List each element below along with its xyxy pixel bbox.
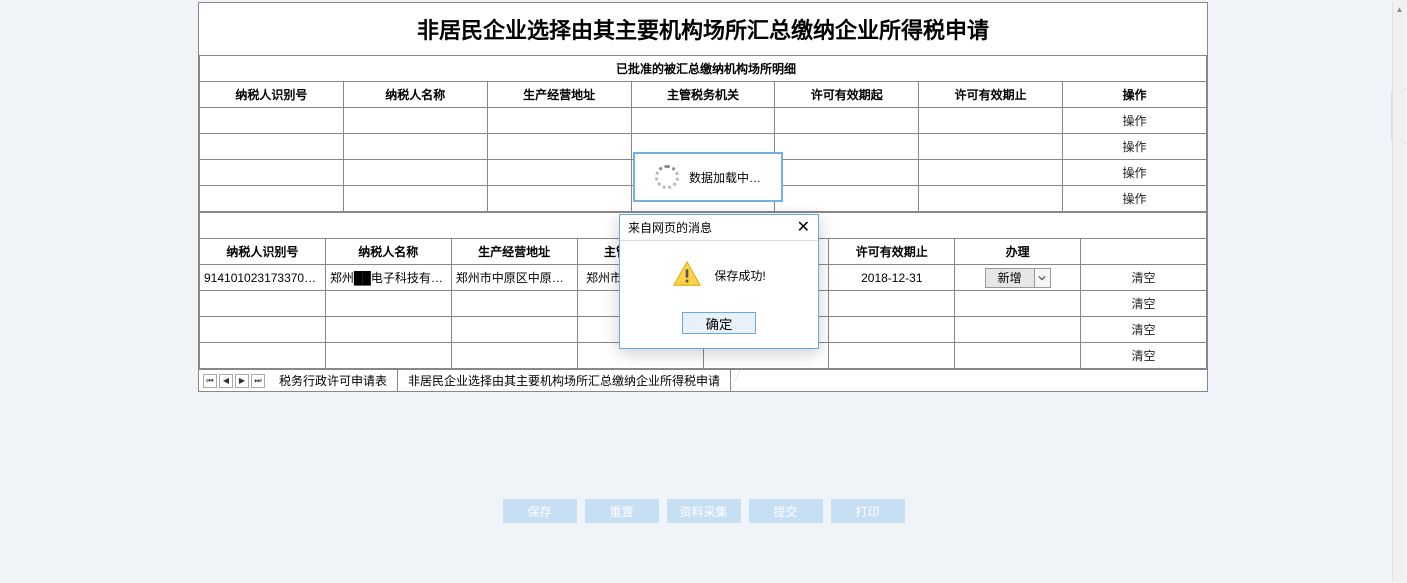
alert-footer: 确定 — [620, 302, 818, 348]
clear-link[interactable]: 清空 — [1132, 349, 1156, 363]
bottom-toolbar: 保存 重置 资料采集 提交 打印 — [0, 499, 1407, 523]
clear-link[interactable]: 清空 — [1132, 323, 1156, 337]
submit-button[interactable]: 提交 — [749, 499, 823, 523]
ok-button[interactable]: 确定 — [682, 312, 756, 334]
th-handle: 办理 — [955, 239, 1081, 265]
cell-taxid: 914101023173370183N — [200, 271, 325, 285]
th-taxname: 纳税人名称 — [343, 82, 487, 108]
scrollbar[interactable]: ▲ — [1392, 2, 1406, 581]
close-icon[interactable]: ✕ — [797, 220, 810, 236]
clear-link[interactable]: 清空 — [1132, 297, 1156, 311]
cell-date-to: 2018-12-31 — [829, 265, 955, 291]
th-authority: 主管税务机关 — [631, 82, 775, 108]
th-valid-to: 许可有效期止 — [919, 82, 1063, 108]
table-row: 操作 — [200, 108, 1207, 134]
alert-title-text: 来自网页的消息 — [628, 219, 712, 236]
chevron-down-icon — [1034, 269, 1050, 287]
th-clear — [1081, 239, 1207, 265]
collect-button[interactable]: 资料采集 — [667, 499, 741, 523]
tab-next-icon[interactable]: ▶ — [235, 374, 249, 388]
handle-label: 新增 — [986, 269, 1034, 287]
th-addr: 生产经营地址 — [451, 239, 577, 265]
alert-titlebar: 来自网页的消息 ✕ — [620, 215, 818, 241]
tab-nonresident[interactable]: 非居民企业选择由其主要机构场所汇总缴纳企业所得税申请 — [398, 370, 731, 391]
tab-nav: ⏮ ◀ ▶ ⏭ — [199, 374, 269, 388]
alert-dialog: 来自网页的消息 ✕ 保存成功! 确定 — [619, 214, 819, 349]
cell-name: 郑州██电子科技有限公司 — [326, 269, 451, 286]
th-taxname: 纳税人名称 — [325, 239, 451, 265]
tab-first-icon[interactable]: ⏮ — [203, 374, 217, 388]
spinner-icon — [655, 165, 679, 189]
loading-text: 数据加载中… — [689, 169, 761, 186]
th-taxid: 纳税人识别号 — [200, 82, 344, 108]
page-title: 非居民企业选择由其主要机构场所汇总缴纳企业所得税申请 — [199, 3, 1207, 55]
reset-button[interactable]: 重置 — [585, 499, 659, 523]
handle-dropdown[interactable]: 新增 — [985, 268, 1051, 288]
clear-link[interactable]: 清空 — [1132, 271, 1156, 285]
table-header-row: 纳税人识别号 纳税人名称 生产经营地址 主管税务机关 许可有效期起 许可有效期止… — [200, 82, 1207, 108]
th-valid-from: 许可有效期起 — [775, 82, 919, 108]
cell-addr: 郑州市中原区中原中路██楼██28层 — [452, 269, 577, 286]
tab-tax-permit[interactable]: 税务行政许可申请表 — [269, 370, 398, 391]
tab-prev-icon[interactable]: ◀ — [219, 374, 233, 388]
op-link[interactable]: 操作 — [1123, 192, 1147, 206]
section1-title: 已批准的被汇总缴纳机构场所明细 — [200, 56, 1207, 82]
sheet-tabs: ⏮ ◀ ▶ ⏭ 税务行政许可申请表 非居民企业选择由其主要机构场所汇总缴纳企业所… — [199, 369, 1207, 391]
op-link[interactable]: 操作 — [1123, 114, 1147, 128]
th-addr: 生产经营地址 — [487, 82, 631, 108]
op-link[interactable]: 操作 — [1123, 140, 1147, 154]
th-taxid: 纳税人识别号 — [200, 239, 326, 265]
warning-icon — [672, 259, 702, 292]
loading-popup: 数据加载中… — [633, 152, 783, 202]
op-link[interactable]: 操作 — [1123, 166, 1147, 180]
print-button[interactable]: 打印 — [831, 499, 905, 523]
th-op: 操作 — [1063, 82, 1207, 108]
tab-last-icon[interactable]: ⏭ — [251, 374, 265, 388]
scroll-up-icon[interactable]: ▲ — [1393, 2, 1406, 16]
th-valid-to: 许可有效期止 — [829, 239, 955, 265]
save-button[interactable]: 保存 — [503, 499, 577, 523]
alert-body: 保存成功! — [620, 241, 818, 302]
alert-message: 保存成功! — [714, 267, 765, 284]
